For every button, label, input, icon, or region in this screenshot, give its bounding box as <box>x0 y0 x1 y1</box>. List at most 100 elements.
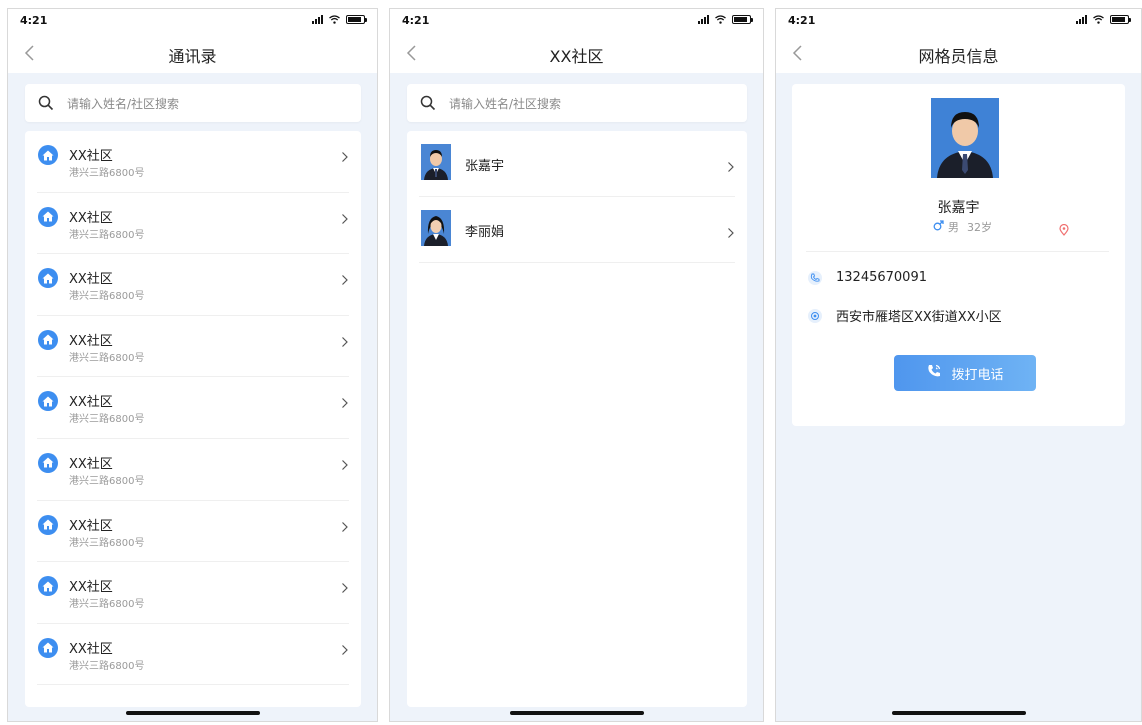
home-icon <box>38 268 58 289</box>
signal-icon <box>1076 15 1087 24</box>
search-bar[interactable]: 请输入姓名/社区搜索 <box>25 84 361 122</box>
search-icon <box>38 95 54 115</box>
status-time: 4:21 <box>402 14 430 27</box>
page-title: 网格员信息 <box>918 47 999 66</box>
community-list: XX社区 港兴三路6800号 XX社区 港兴三路6800号 XX社区 港兴三路6… <box>25 131 361 707</box>
gender-age: 男 32岁 <box>933 219 992 235</box>
community-name: XX社区 <box>69 395 113 411</box>
battery-icon <box>732 15 753 24</box>
community-address: 港兴三路6800号 <box>69 291 145 303</box>
call-button-label: 拨打电话 <box>951 367 1004 383</box>
status-icons <box>698 15 753 24</box>
community-address: 港兴三路6800号 <box>69 475 145 487</box>
home-icon <box>38 452 58 473</box>
divider <box>806 251 1109 252</box>
chevron-right-icon <box>727 224 735 243</box>
list-item[interactable]: XX社区 港兴三路6800号 <box>37 316 349 378</box>
chevron-right-icon <box>341 641 349 660</box>
chevron-right-icon <box>341 518 349 537</box>
home-icon <box>38 514 58 535</box>
nav-bar: 通讯录 <box>8 33 377 73</box>
age-label: 32岁 <box>967 221 992 234</box>
call-button[interactable]: 拨打电话 <box>894 355 1036 391</box>
list-item[interactable]: XX社区 港兴三路6800号 <box>37 562 349 624</box>
wifi-icon <box>1093 15 1104 24</box>
page-title: XX社区 <box>549 47 604 66</box>
address-text: 西安市雁塔区XX街道XX小区 <box>836 310 1002 325</box>
list-item[interactable]: XX社区 港兴三路6800号 <box>37 501 349 563</box>
chevron-right-icon <box>341 148 349 167</box>
community-name: XX社区 <box>69 149 113 164</box>
search-input[interactable]: 请输入姓名/社区搜索 <box>67 95 179 112</box>
community-name: XX社区 <box>69 518 113 534</box>
chevron-right-icon <box>727 158 735 177</box>
community-members-screen: 4:21 XX社区 请输入姓名/社区搜索 张嘉宇 李丽娟 <box>389 8 764 722</box>
home-indicator[interactable] <box>125 711 260 715</box>
home-icon <box>38 206 58 227</box>
search-icon <box>420 95 436 115</box>
chevron-right-icon <box>341 271 349 290</box>
list-item[interactable]: 李丽娟 <box>419 197 735 263</box>
list-item[interactable]: XX社区 港兴三路6800号 <box>37 193 349 255</box>
home-icon <box>38 329 58 350</box>
home-indicator[interactable] <box>891 711 1026 715</box>
battery-icon <box>346 15 367 24</box>
wifi-icon <box>715 15 726 24</box>
search-input[interactable]: 请输入姓名/社区搜索 <box>449 95 561 112</box>
chevron-right-icon <box>341 333 349 352</box>
list-item[interactable]: XX社区 港兴三路6800号 <box>37 131 349 193</box>
list-item[interactable]: XX社区 港兴三路6800号 <box>37 254 349 316</box>
community-address: 港兴三路6800号 <box>69 537 145 549</box>
chevron-right-icon <box>341 394 349 413</box>
list-item[interactable]: XX社区 港兴三路6800号 <box>37 624 349 686</box>
wifi-icon <box>329 15 340 24</box>
avatar <box>421 210 451 246</box>
contacts-screen: 4:21 通讯录 请输入姓名/社区搜索 XX社区 港兴三路6800号 XX社区 … <box>7 8 378 722</box>
list-item[interactable]: 张嘉宇 <box>419 131 735 197</box>
worker-detail-card: 张嘉宇 男 32岁 13245670091 西安市雁塔区XX街道XX小区 拨打电… <box>792 84 1125 426</box>
worker-name: 张嘉宇 <box>937 200 980 216</box>
community-name: XX社区 <box>69 210 113 226</box>
status-time: 4:21 <box>788 14 816 27</box>
list-item[interactable]: XX社区 港兴三路6800号 <box>37 439 349 501</box>
home-icon <box>38 391 58 412</box>
community-address: 港兴三路6800号 <box>69 414 145 426</box>
male-icon <box>933 220 944 234</box>
grid-worker-info-screen: 4:21 网格员信息 张嘉宇 男 32岁 13245670091 西安市雁塔区X… <box>775 8 1142 722</box>
search-bar[interactable]: 请输入姓名/社区搜索 <box>407 84 747 122</box>
status-icons <box>1076 15 1131 24</box>
community-address: 港兴三路6800号 <box>69 229 145 241</box>
member-name: 张嘉宇 <box>465 159 505 174</box>
list-item[interactable]: XX社区 港兴三路6800号 <box>37 377 349 439</box>
status-bar: 4:21 <box>390 9 763 33</box>
member-list: 张嘉宇 李丽娟 <box>407 131 747 707</box>
community-name: XX社区 <box>69 456 113 472</box>
signal-icon <box>698 15 709 24</box>
location-icon <box>808 308 822 323</box>
home-indicator[interactable] <box>509 711 644 715</box>
page-title: 通讯录 <box>168 47 217 66</box>
status-bar: 4:21 <box>776 9 1141 33</box>
portrait-photo <box>931 98 999 178</box>
avatar <box>421 144 451 180</box>
status-time: 4:21 <box>20 14 48 27</box>
status-bar: 4:21 <box>8 9 377 33</box>
community-name: XX社区 <box>69 272 113 288</box>
map-pin-icon[interactable] <box>1059 221 1069 240</box>
community-name: XX社区 <box>69 580 113 596</box>
phone-line[interactable]: 13245670091 <box>808 270 927 285</box>
member-name: 李丽娟 <box>465 225 505 240</box>
chevron-right-icon <box>341 579 349 598</box>
gender-label: 男 <box>948 221 959 234</box>
chevron-right-icon <box>341 210 349 229</box>
community-address: 港兴三路6800号 <box>69 352 145 364</box>
home-icon <box>38 576 58 597</box>
chevron-right-icon <box>341 456 349 475</box>
battery-icon <box>1110 15 1131 24</box>
community-name: XX社区 <box>69 333 113 349</box>
community-address: 港兴三路6800号 <box>69 660 145 672</box>
home-icon <box>38 145 58 165</box>
home-icon <box>38 637 58 658</box>
community-address: 港兴三路6800号 <box>69 599 145 611</box>
community-address: 港兴三路6800号 <box>69 168 145 179</box>
